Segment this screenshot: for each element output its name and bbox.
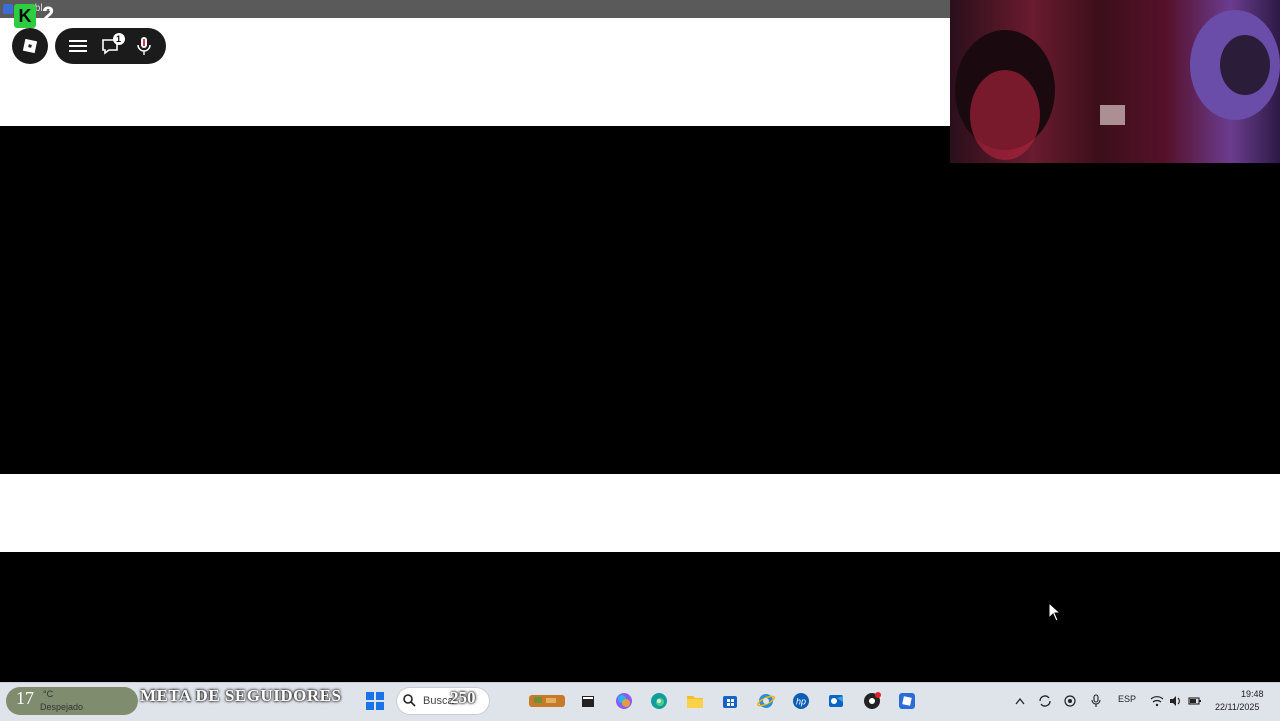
- tray-mic[interactable]: [1086, 691, 1106, 711]
- edge-icon: [651, 693, 667, 709]
- copilot-app[interactable]: [614, 691, 634, 711]
- start-button[interactable]: [366, 692, 384, 715]
- webcam-feed: [950, 0, 1280, 163]
- game-viewport-band: [0, 474, 1280, 552]
- weather-desc: Despejado: [40, 702, 84, 712]
- roblox-taskbar-icon: [899, 693, 915, 709]
- mic-button[interactable]: [130, 32, 158, 60]
- sync-icon: [1039, 695, 1051, 707]
- tray-sync[interactable]: [1035, 691, 1055, 711]
- roblox-toolbar: 1: [55, 28, 166, 64]
- show-hidden-icons-button[interactable]: [1010, 691, 1030, 711]
- outlook-icon: [829, 695, 843, 707]
- record-icon: [864, 692, 881, 709]
- microphone-icon: [136, 37, 151, 55]
- cloud-icon: [1064, 695, 1076, 707]
- search-icon: [403, 694, 416, 712]
- chat-button[interactable]: 1: [97, 32, 125, 60]
- follower-goal-target: 250: [450, 688, 476, 707]
- search-placeholder: Busca: [423, 695, 454, 707]
- ie-icon: [757, 694, 775, 708]
- game-thumbnail-icon: [529, 695, 565, 707]
- game-viewport-bottom: [0, 552, 1280, 682]
- svg-text:hp: hp: [796, 697, 806, 707]
- folder-icon: [687, 696, 703, 708]
- wifi-icon: [1150, 696, 1164, 707]
- app-icon: [3, 4, 13, 14]
- internet-explorer-app[interactable]: [756, 691, 776, 711]
- follower-goal-label: META DE SEGUIDORES: [140, 686, 342, 705]
- roblox-app[interactable]: [897, 691, 917, 711]
- tray-volume[interactable]: [1166, 691, 1186, 711]
- mouse-cursor: [1048, 601, 1062, 627]
- task-view-icon: [582, 696, 594, 707]
- hp-icon: hp: [793, 693, 809, 709]
- clock-date[interactable]: 22/11/2025: [1215, 702, 1259, 712]
- window-title-bar: [0, 0, 950, 18]
- chevron-up-icon: [1015, 697, 1025, 705]
- cursor-icon: [1048, 601, 1062, 622]
- streaming-app[interactable]: [862, 691, 882, 711]
- webcam-window: [1100, 105, 1125, 125]
- language-indicator[interactable]: ESP: [1118, 694, 1136, 704]
- game-viewport-black: [0, 126, 1280, 474]
- weather-temp: 17: [16, 688, 34, 708]
- follower-count: 2: [42, 2, 55, 27]
- roblox-icon: [22, 38, 38, 54]
- k-logo: K: [14, 4, 36, 28]
- microphone-tray-icon: [1091, 694, 1101, 707]
- edge-app[interactable]: [649, 691, 669, 711]
- hp-app[interactable]: hp: [791, 691, 811, 711]
- file-explorer-app[interactable]: [685, 691, 705, 711]
- windows-start-icon: [366, 692, 384, 710]
- game-thumbnail-app[interactable]: [528, 691, 566, 711]
- tray-battery[interactable]: [1185, 691, 1205, 711]
- taskview-app[interactable]: [578, 691, 598, 711]
- webcam-light-red: [970, 70, 1040, 160]
- tray-wifi[interactable]: [1147, 691, 1167, 711]
- roblox-menu-button[interactable]: [12, 28, 48, 64]
- hamburger-icon: [68, 40, 87, 52]
- menu-button[interactable]: [64, 32, 92, 60]
- battery-icon: [1188, 697, 1201, 705]
- webcam-face-right: [1220, 35, 1270, 95]
- tray-network-alt[interactable]: [1060, 691, 1080, 711]
- chat-badge: 1: [112, 33, 125, 45]
- store-icon: [723, 696, 737, 708]
- speaker-icon: [1170, 696, 1180, 706]
- store-app[interactable]: [720, 691, 740, 711]
- copilot-icon: [616, 693, 632, 709]
- clock-time[interactable]: 19:48: [1241, 689, 1264, 699]
- weather-unit: °C: [43, 689, 54, 699]
- outlook-app[interactable]: [826, 691, 846, 711]
